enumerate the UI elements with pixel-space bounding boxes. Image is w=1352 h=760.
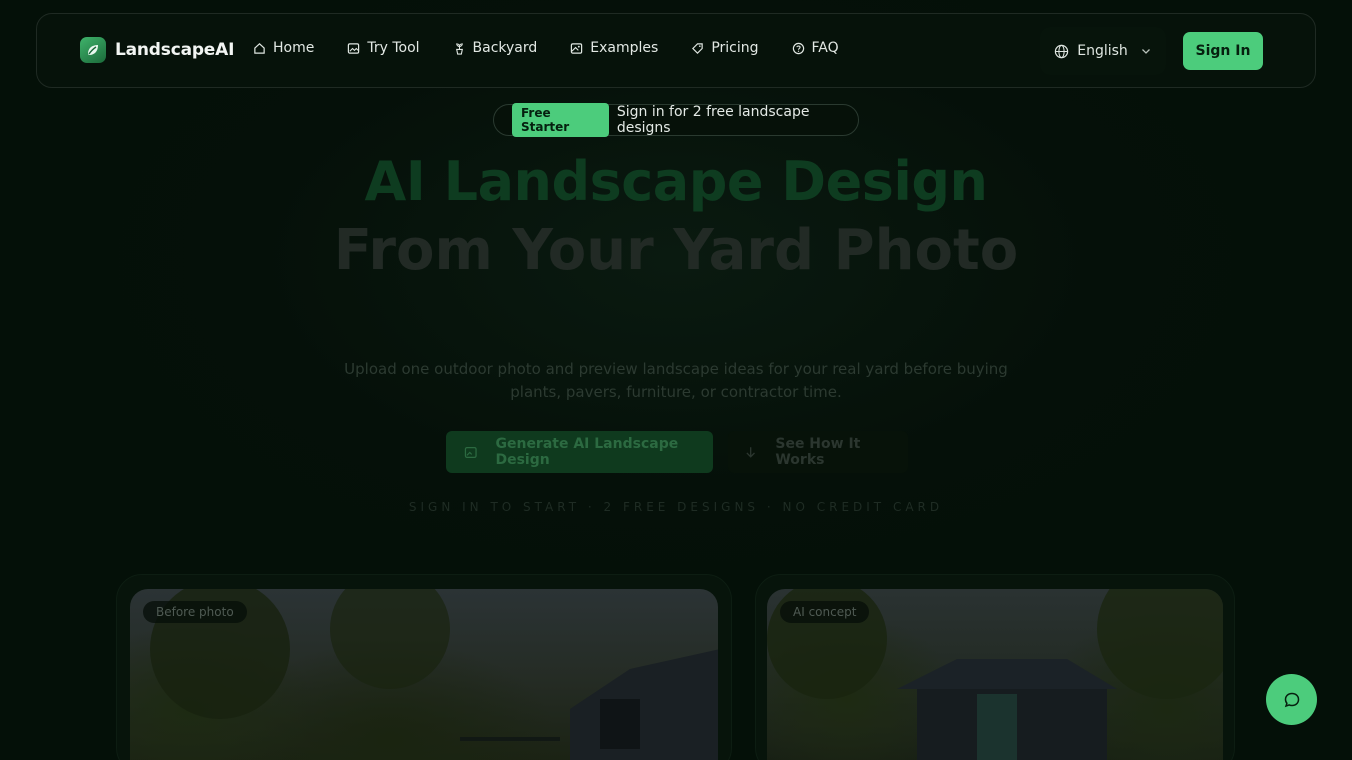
language-label: English: [1077, 43, 1128, 59]
promo-text: Sign in for 2 free landscape designs: [616, 104, 810, 136]
leaf-logo-icon: [80, 37, 106, 63]
hero-subtitle: Upload one outdoor photo and preview lan…: [344, 360, 1008, 401]
help-circle-icon: [792, 42, 804, 54]
ai-concept-label: AI concept: [780, 601, 870, 623]
tag-icon: [692, 42, 704, 54]
plant-icon: [455, 42, 463, 55]
generate-design-label: Generate AI Landscape Design: [495, 436, 679, 468]
arrow-down-icon: [746, 447, 755, 458]
before-photo: Before photo: [130, 589, 718, 760]
see-how-it-works-button[interactable]: See How It Works: [728, 431, 908, 473]
hero-title-line1: AI Landscape Design: [364, 150, 989, 213]
ai-concept-photo: AI concept: [767, 589, 1223, 760]
brand-name: LandscapeAI: [115, 40, 235, 60]
nav-try-tool[interactable]: Try Tool: [347, 40, 420, 56]
nav-pricing[interactable]: Pricing: [691, 40, 759, 56]
see-how-label: See How It Works: [775, 436, 861, 468]
nav-examples[interactable]: Examples: [570, 40, 658, 56]
top-navigation: LandscapeAI Home Try Tool Backyard Examp…: [36, 13, 1316, 88]
nav-home[interactable]: Home: [253, 40, 314, 56]
home-icon: [254, 42, 265, 54]
language-selector[interactable]: English: [1040, 27, 1166, 75]
nav-backyard-label: Backyard: [472, 40, 538, 56]
nav-links: Home Try Tool Backyard Examples Pricing …: [253, 40, 872, 56]
image-edit-icon: [464, 446, 477, 458]
sign-in-button[interactable]: Sign In: [1183, 32, 1263, 70]
image-icon: [348, 42, 360, 54]
nav-pricing-label: Pricing: [711, 40, 759, 56]
generate-design-button[interactable]: Generate AI Landscape Design: [446, 431, 713, 473]
chat-button[interactable]: [1266, 674, 1317, 725]
nav-faq[interactable]: FAQ: [792, 40, 839, 56]
nav-backyard[interactable]: Backyard: [453, 40, 538, 56]
globe-icon: [1055, 44, 1069, 58]
nav-home-label: Home: [273, 40, 315, 56]
promo-pill[interactable]: Free Starter Sign in for 2 free landscap…: [493, 103, 859, 137]
promo-badge: Free Starter: [512, 103, 609, 137]
hero-title-line2: From Your Yard Photo: [333, 218, 1019, 283]
nav-faq-label: FAQ: [811, 40, 839, 56]
before-photo-label: Before photo: [143, 601, 247, 623]
before-photo-card: Before photo: [116, 574, 732, 760]
chat-bubble-icon: [1284, 692, 1299, 707]
ai-concept-card: AI concept: [755, 574, 1235, 760]
brand[interactable]: LandscapeAI: [80, 37, 234, 63]
nav-examples-label: Examples: [590, 40, 659, 56]
chevron-down-icon: [1141, 49, 1150, 54]
gallery-icon: [571, 42, 583, 54]
nav-try-tool-label: Try Tool: [367, 40, 420, 56]
hero-tagline: SIGN IN TO START · 2 FREE DESIGNS · NO C…: [408, 500, 944, 514]
